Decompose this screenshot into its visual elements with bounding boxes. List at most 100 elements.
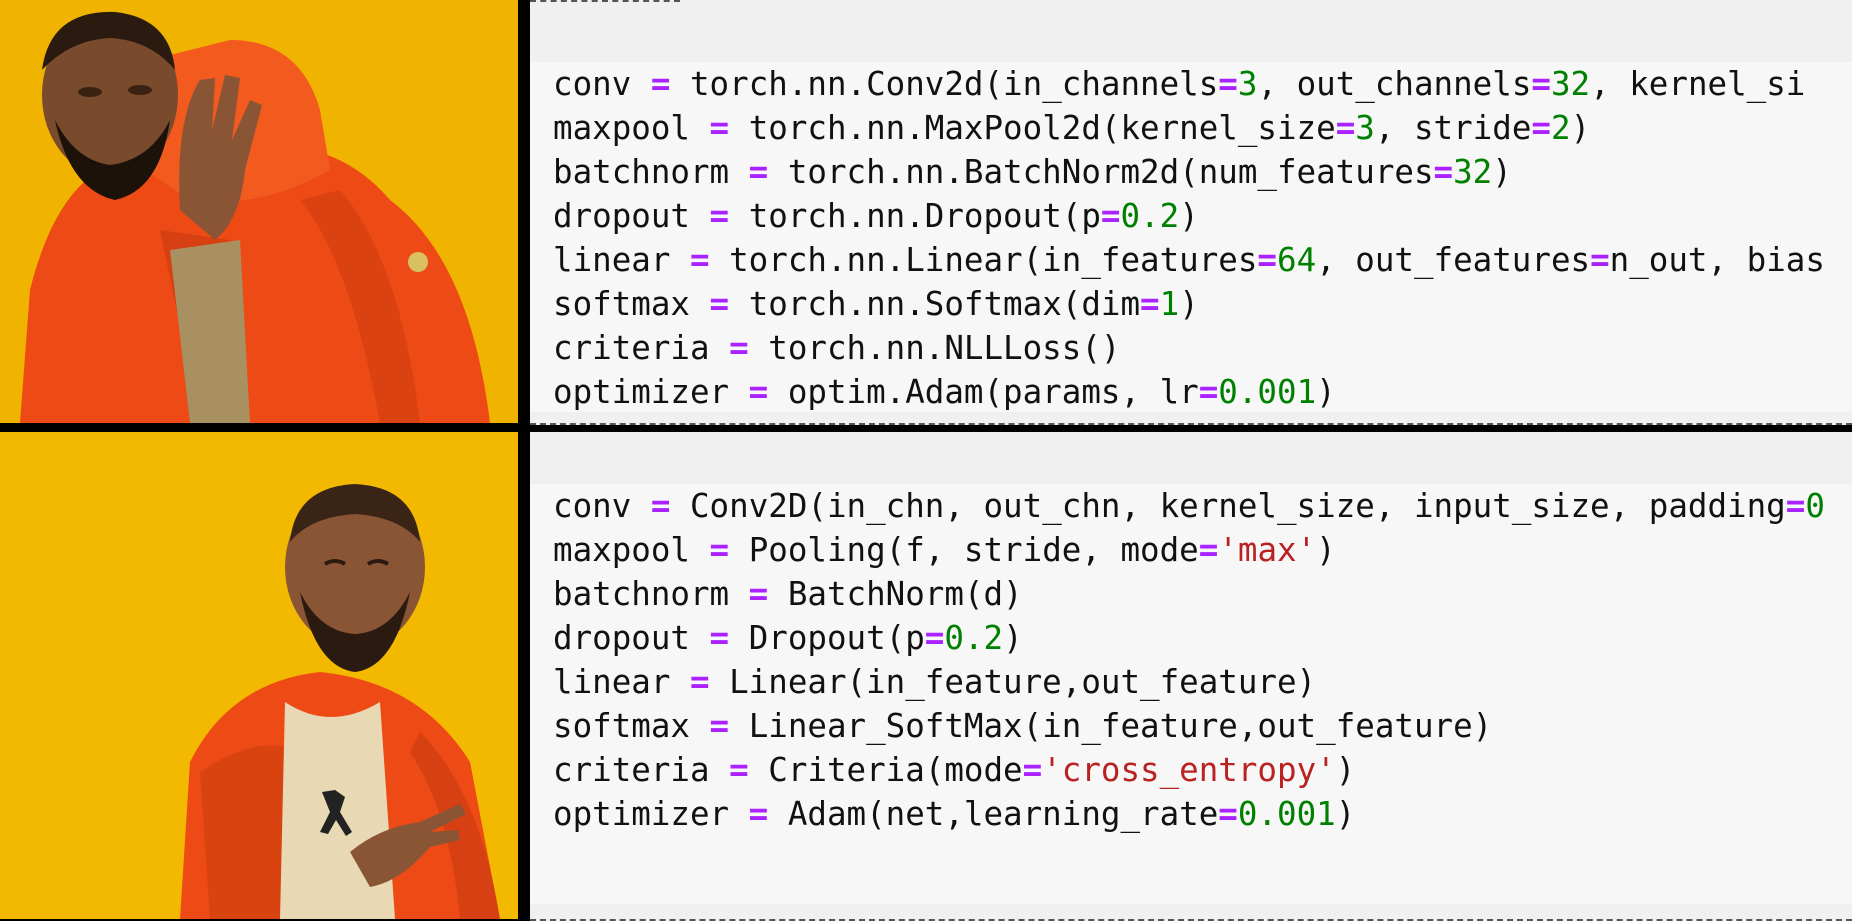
code-token: = (709, 531, 730, 569)
code-token: = (689, 663, 710, 701)
code-token: = (1531, 65, 1551, 103)
code-token: = (1218, 795, 1238, 833)
code-token: maxpool (553, 531, 710, 569)
code-token: conv (553, 487, 651, 525)
bottom-code-block: conv = Conv2D(in_chn, out_chn, kernel_si… (530, 484, 1852, 904)
code-token: 'cross_entropy' (1042, 751, 1336, 789)
code-token: dropout (553, 197, 710, 235)
code-token: torch.nn.BatchNorm2d(num_features (768, 153, 1434, 191)
code-token: 32 (1453, 153, 1493, 191)
code-token: = (1433, 153, 1454, 191)
code-line: optimizer = optim.Adam(params, lr=0.001) (553, 370, 1852, 414)
code-token: ) (1179, 285, 1199, 323)
code-token: softmax (553, 285, 710, 323)
code-token: batchnorm (553, 153, 749, 191)
code-token: 3 (1355, 109, 1375, 147)
code-line: optimizer = Adam(net,learning_rate=0.001… (553, 792, 1852, 836)
code-token: = (709, 707, 730, 745)
code-token: 0 (1805, 487, 1825, 525)
code-line: softmax = torch.nn.Softmax(dim=1) (553, 282, 1852, 326)
code-line: conv = torch.nn.Conv2d(in_channels=3, ou… (553, 62, 1852, 106)
code-token: Linear_SoftMax(in_feature,out_feature) (729, 707, 1493, 745)
code-token: ) (1492, 153, 1512, 191)
code-token: 64 (1277, 241, 1317, 279)
code-token: optim.Adam(params, lr (768, 373, 1199, 411)
code-token: = (729, 329, 749, 367)
code-token: = (1100, 197, 1121, 235)
code-token: linear (553, 241, 690, 279)
code-token: Conv2D(in_chn, out_chn, kernel_size, inp… (670, 487, 1786, 525)
code-token: = (924, 619, 945, 657)
code-token: Dropout(p (729, 619, 925, 657)
code-token: ) (1179, 197, 1199, 235)
code-line: maxpool = Pooling(f, stride, mode='max') (553, 528, 1852, 572)
code-token: = (1335, 109, 1356, 147)
code-token: = (1590, 241, 1610, 279)
code-token: = (1198, 373, 1219, 411)
code-token: Pooling(f, stride, mode (729, 531, 1199, 569)
code-token: 0.2 (1120, 197, 1180, 235)
code-token: 3 (1237, 65, 1258, 103)
code-token: = (1022, 751, 1043, 789)
code-token: torch.nn.Dropout(p (729, 197, 1101, 235)
code-token: Adam(net,learning_rate (768, 795, 1219, 833)
code-line: batchnorm = torch.nn.BatchNorm2d(num_fea… (553, 150, 1852, 194)
code-token: criteria (553, 329, 730, 367)
bottom-code-panel: conv = Conv2D(in_chn, out_chn, kernel_si… (530, 432, 1852, 921)
code-line: linear = torch.nn.Linear(in_features=64,… (553, 238, 1852, 282)
code-token: 'max' (1218, 531, 1317, 569)
code-token: optimizer (553, 373, 749, 411)
code-token: conv (553, 65, 651, 103)
code-token: optimizer (553, 795, 749, 833)
code-token: = (689, 241, 710, 279)
code-token: torch.nn.NLLLoss() (748, 329, 1121, 367)
code-token: = (748, 575, 769, 613)
code-line: conv = Conv2D(in_chn, out_chn, kernel_si… (553, 484, 1852, 528)
code-token: , kernel_si (1590, 65, 1806, 103)
code-line: softmax = Linear_SoftMax(in_feature,out_… (553, 704, 1852, 748)
code-token: = (1218, 65, 1238, 103)
code-line: criteria = torch.nn.NLLLoss() (553, 326, 1852, 370)
code-line: dropout = Dropout(p=0.2) (553, 616, 1852, 660)
code-token: = (1531, 109, 1551, 147)
code-token: Linear(in_feature,out_feature) (709, 663, 1317, 701)
code-token: criteria (553, 751, 730, 789)
code-token: linear (553, 663, 690, 701)
code-token: 0.2 (944, 619, 1004, 657)
code-line: linear = Linear(in_feature,out_feature) (553, 660, 1852, 704)
code-token: = (1257, 241, 1277, 279)
code-token: dropout (553, 619, 710, 657)
cell-border (530, 0, 680, 2)
code-token: batchnorm (553, 575, 749, 613)
code-token: 1 (1159, 285, 1180, 323)
code-token: ) (1316, 373, 1336, 411)
code-token: ) (1335, 795, 1356, 833)
code-token: = (1198, 531, 1219, 569)
code-token: torch.nn.Softmax(dim (729, 285, 1141, 323)
code-line: maxpool = torch.nn.MaxPool2d(kernel_size… (553, 106, 1852, 150)
code-token: torch.nn.Linear(in_features (709, 241, 1258, 279)
code-token: ) (1003, 619, 1023, 657)
code-token: = (748, 795, 769, 833)
code-token: = (709, 619, 730, 657)
code-token: = (650, 487, 671, 525)
code-line: criteria = Criteria(mode='cross_entropy'… (553, 748, 1852, 792)
code-token: = (1785, 487, 1806, 525)
code-token: n_out, bias (1609, 241, 1825, 279)
code-token: = (1140, 285, 1160, 323)
code-token: BatchNorm(d) (768, 575, 1023, 613)
code-token: ) (1570, 109, 1591, 147)
code-line: batchnorm = BatchNorm(d) (553, 572, 1852, 616)
drake-approving-image (0, 432, 518, 919)
top-code-panel: conv = torch.nn.Conv2d(in_channels=3, ou… (530, 0, 1852, 425)
code-token: softmax (553, 707, 710, 745)
code-token: = (709, 285, 730, 323)
code-token: , out_features (1316, 241, 1591, 279)
code-line: dropout = torch.nn.Dropout(p=0.2) (553, 194, 1852, 238)
code-token: 0.001 (1218, 373, 1317, 411)
code-token: = (748, 373, 769, 411)
code-token: ) (1335, 751, 1356, 789)
code-token: Criteria(mode (748, 751, 1023, 789)
code-token: = (748, 153, 769, 191)
code-token: = (709, 197, 730, 235)
